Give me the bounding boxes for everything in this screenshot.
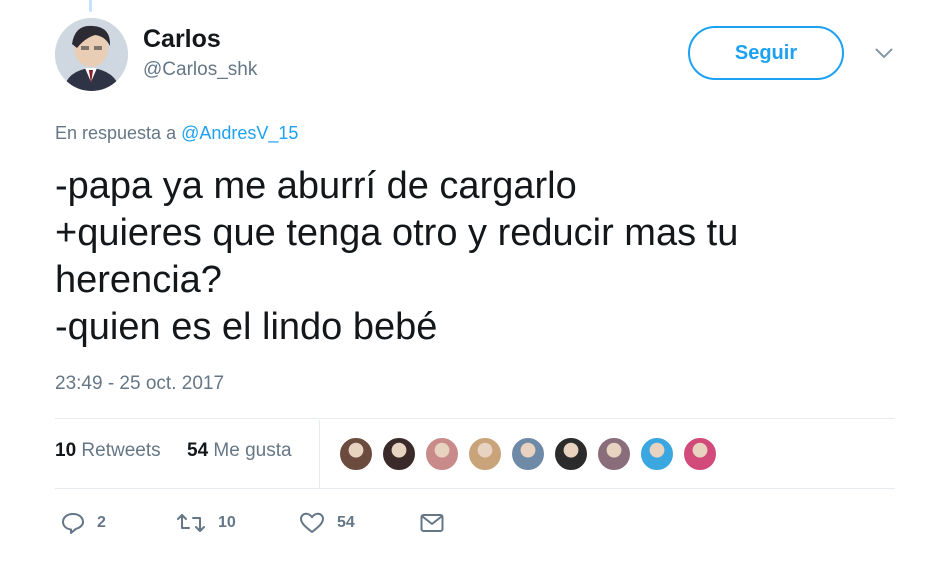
retweet-button[interactable]: 10 — [176, 505, 236, 541]
likes-stat-label: Me gusta — [213, 440, 292, 461]
envelope-icon — [420, 514, 444, 532]
liker-avatar[interactable] — [510, 436, 546, 472]
tweet-timestamp[interactable]: 23:49 - 25 oct. 2017 — [55, 373, 224, 395]
reply-icon — [62, 513, 84, 534]
tweet-header: Carlos @Carlos_shk Seguir — [55, 18, 905, 98]
like-button[interactable]: 54 — [299, 505, 355, 541]
chevron-down-icon[interactable] — [873, 42, 895, 64]
tweet-text-line: +quieres que tenga otro y reducir mas tu — [55, 212, 739, 254]
likes-stat[interactable]: 54 Me gusta — [187, 440, 292, 462]
retweets-stat-label: Retweets — [81, 440, 161, 461]
retweet-icon — [177, 514, 205, 532]
liker-avatar[interactable] — [381, 436, 417, 472]
tweet-actions: 2 10 54 — [55, 505, 895, 545]
stats-separator — [319, 420, 320, 488]
author-names: Carlos @Carlos_shk — [143, 24, 257, 83]
reply-mention-link[interactable]: @AndresV_15 — [181, 123, 298, 143]
like-count: 54 — [337, 514, 355, 531]
heart-icon — [300, 512, 324, 533]
reply-context: En respuesta a @AndresV_15 — [55, 123, 298, 144]
retweet-count: 10 — [218, 514, 236, 531]
tweet-stats: 10 Retweets 54 Me gusta — [55, 420, 895, 488]
author-display-name[interactable]: Carlos — [143, 24, 257, 54]
follow-button[interactable]: Seguir — [688, 26, 844, 80]
liker-avatar[interactable] — [639, 436, 675, 472]
retweets-stat[interactable]: 10 Retweets — [55, 440, 161, 462]
tweet-text-line: -papa ya me aburrí de cargarlo — [55, 165, 577, 207]
retweets-stat-count: 10 — [55, 440, 77, 461]
direct-message-button[interactable] — [420, 505, 444, 541]
author-screen-name[interactable]: @Carlos_shk — [143, 57, 257, 83]
liker-avatar[interactable] — [596, 436, 632, 472]
liker-avatar[interactable] — [338, 436, 374, 472]
divider — [55, 488, 895, 489]
liker-avatar[interactable] — [553, 436, 589, 472]
likes-stat-count: 54 — [187, 440, 209, 461]
reply-button[interactable]: 2 — [61, 505, 106, 541]
user-avatar[interactable] — [55, 18, 128, 91]
reply-prefix: En respuesta a — [55, 123, 177, 143]
tweet-text-line: -quien es el lindo bebé — [55, 306, 438, 348]
liker-avatar[interactable] — [682, 436, 718, 472]
liker-avatar[interactable] — [424, 436, 460, 472]
tweet-text: -papa ya me aburrí de cargarlo +quieres … — [55, 163, 895, 351]
divider — [55, 418, 895, 419]
likers-avatars — [338, 436, 725, 472]
liker-avatar[interactable] — [467, 436, 503, 472]
reply-count: 2 — [97, 514, 106, 531]
tweet-text-line: herencia? — [55, 259, 222, 301]
thread-connector-line — [89, 0, 92, 12]
avatar-image — [55, 18, 128, 91]
